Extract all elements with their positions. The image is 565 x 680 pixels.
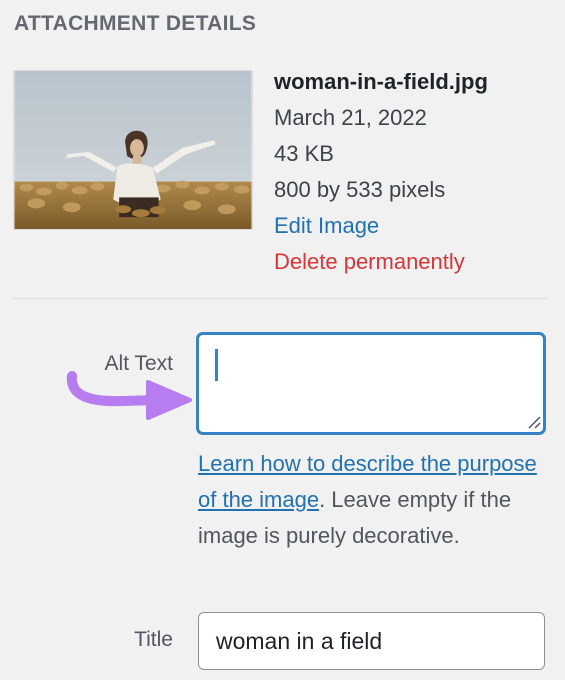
attachment-file-size: 43 KB xyxy=(274,141,334,166)
attachment-meta: woman-in-a-field.jpg March 21, 2022 43 K… xyxy=(274,64,554,280)
attachment-date: March 21, 2022 xyxy=(274,105,427,130)
title-label: Title xyxy=(134,628,173,651)
title-input[interactable] xyxy=(198,612,545,670)
resize-grip-icon[interactable] xyxy=(527,415,541,429)
alt-text-textarea[interactable] xyxy=(197,333,545,434)
delete-permanently-link[interactable]: Delete permanently xyxy=(274,244,554,280)
attachment-filename: woman-in-a-field.jpg xyxy=(274,69,488,94)
section-heading: ATTACHMENT DETAILS xyxy=(14,12,257,35)
edit-image-link[interactable]: Edit Image xyxy=(274,208,554,244)
attachment-dimensions: 800 by 533 pixels xyxy=(274,177,446,202)
alt-text-help: Learn how to describe the purpose of the… xyxy=(198,446,548,554)
section-divider xyxy=(13,298,547,299)
attachment-thumbnail[interactable] xyxy=(13,70,253,230)
arrow-right-icon xyxy=(66,371,192,420)
text-cursor xyxy=(215,349,218,381)
